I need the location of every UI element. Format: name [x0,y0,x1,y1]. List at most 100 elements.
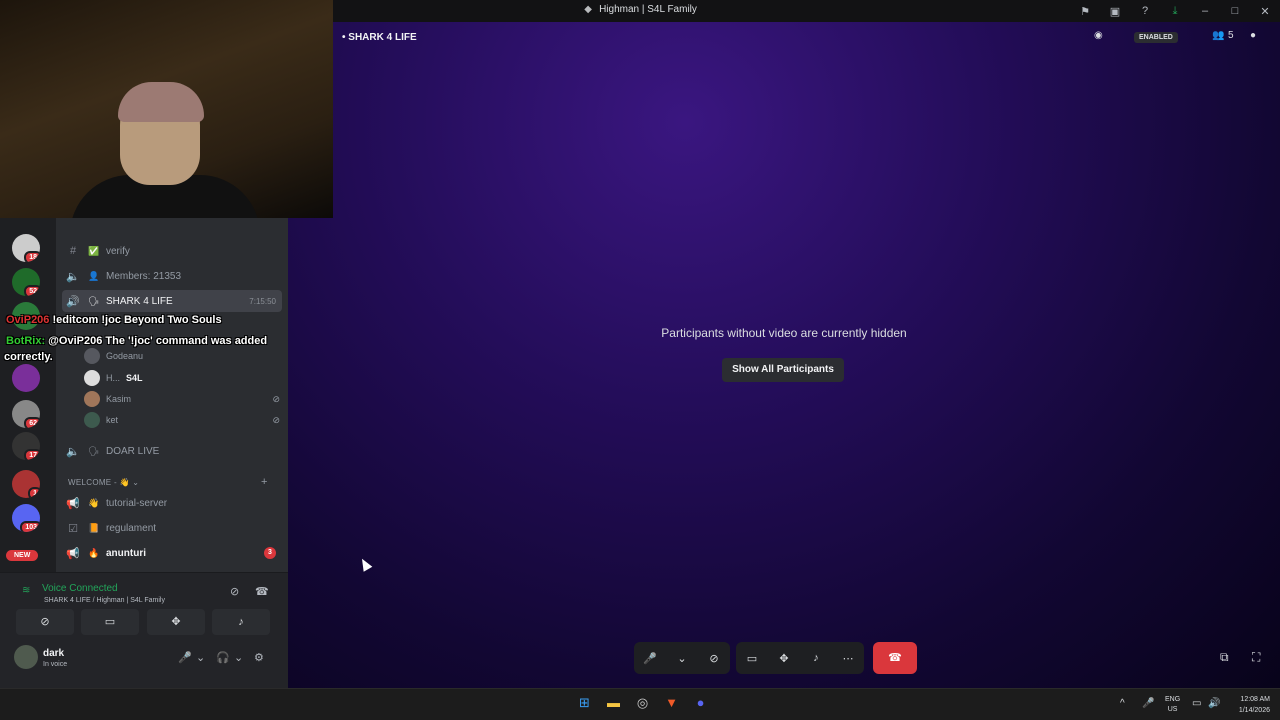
announce-icon: 📢 [66,547,80,560]
avatar [84,391,100,407]
chevron-down-icon[interactable]: ⌄ [666,652,698,665]
file-explorer-icon[interactable]: ▬ [599,695,628,711]
mic-tray-icon[interactable]: 🎤 [1142,698,1154,709]
server-icon[interactable] [12,364,40,392]
hash-icon: # [69,245,77,257]
activity-controls: ▭ ✥ ♪ ⋯ [736,642,864,674]
flag-icon[interactable]: ⚑ [1070,5,1100,18]
volume-icon[interactable]: 🔊 [1208,698,1220,709]
maximize-icon[interactable]: □ [1220,5,1250,17]
channel-verify[interactable]: # ✅ verify [62,240,282,262]
camera-off-icon: ⊘ [40,616,50,628]
deafened-icon: ⊘ [272,393,280,404]
voice-icon: 🔊 [66,295,80,308]
download-icon[interactable]: ⤓ [1160,5,1190,18]
soundboard-icon: ♪ [238,616,244,628]
fullscreen-icon[interactable]: ⛶ [1252,650,1260,665]
voice-member[interactable]: H... S4L [84,368,284,388]
avatar[interactable] [14,645,38,669]
voice-member[interactable]: ket ⊘ [84,410,284,430]
server-icon[interactable]: 17 [12,432,40,460]
tray-chevron-icon[interactable]: ^ [1120,698,1125,709]
microphone-icon[interactable]: 🎤 [178,651,192,664]
taskbar-apps: ⊞ ▬ ◎ ▼ ● [570,695,715,711]
activities-icon: ✥ [171,616,181,628]
screenshare-icon: ▭ [104,616,116,628]
category-welcome[interactable]: WELCOME - 👋 ⌄ + [68,476,267,488]
inbox-icon[interactable]: ▣ [1100,5,1130,18]
soundboard-icon[interactable]: ♪ [800,652,832,664]
user-status: In voice [43,661,68,668]
speaker-icon: 🔈 [66,445,80,458]
channel-regulament[interactable]: ☑ 📙 regulament [62,517,282,539]
speaker-icon: 🔈 [66,270,80,283]
channel-tutorial-server[interactable]: 📢 👋 tutorial-server [62,492,282,514]
channel-anunturi[interactable]: 📢 🔥 anunturi 3 [62,542,282,564]
channel-members[interactable]: 🔈 👤 Members: 21353 [62,265,282,287]
discord-icon[interactable]: ● [686,695,715,711]
voice-stage: • SHARK 4 LIFE ◉ ENABLED 👥 5 ● Participa… [288,22,1280,688]
channel-shark-4-life[interactable]: 🔊 🗣 SHARK 4 LIFE 7:15:50 [62,290,282,312]
server-icon[interactable]: 103 [12,504,40,532]
chevron-down-icon[interactable]: ⌄ [234,651,243,664]
chat-overlay-line: OviP206 !editcom !joc Beyond Two Souls [6,314,222,326]
camera-button[interactable]: ⊘ [16,609,74,635]
voice-location[interactable]: SHARK 4 LIFE / Highman | S4L Family [44,597,165,604]
webcam-overlay [0,0,333,218]
enabled-badge[interactable]: ENABLED [1134,32,1178,43]
popout-icon[interactable]: ⧉ [1220,650,1229,665]
activity-icon[interactable]: ◉ [1094,30,1103,41]
call-duration: 7:15:50 [249,296,276,306]
show-all-participants-button[interactable]: Show All Participants [722,358,844,382]
language-indicator[interactable]: ENG US [1165,695,1180,715]
more-icon[interactable]: ⋯ [832,652,864,665]
webcam-cap [118,82,204,122]
server-icon[interactable]: 62 [12,400,40,428]
activities-button[interactable]: ✥ [147,609,205,635]
add-channel-icon[interactable]: + [261,476,268,488]
headphones-icon[interactable]: 🎧 [216,651,230,664]
server-icon[interactable]: 1 [12,470,40,498]
announce-icon: 📢 [66,497,80,510]
new-badge[interactable]: NEW [6,550,39,561]
gear-icon[interactable]: ⚙ [254,651,264,664]
mic-controls: 🎤 ⌄ ⊘ [634,642,730,674]
channel-doar-live[interactable]: 🔈 🗣 DOAR LIVE [62,440,282,462]
obs-icon[interactable]: ◎ [628,695,657,711]
server-icon[interactable]: 18 [12,234,40,262]
minimize-icon[interactable]: – [1190,5,1220,17]
activities-icon[interactable]: ✥ [768,652,800,665]
disconnect-icon[interactable]: ☎ [255,585,269,598]
avatar [84,412,100,428]
voice-member[interactable]: Kasim ⊘ [84,389,284,409]
server-icon[interactable]: 52 [12,268,40,296]
chevron-down-icon[interactable]: ⌄ [196,651,205,664]
username[interactable]: dark [43,648,64,659]
user-panel: dark In voice 🎤 ⌄ 🎧 ⌄ ⚙ [14,645,274,677]
disconnect-button[interactable]: ☎ [873,642,917,674]
chat-overlay-line: BotRix: @OviP206 The '!joc' command was … [6,335,268,347]
mention-count: 3 [264,547,276,559]
voice-status[interactable]: Voice Connected [42,583,118,594]
avatar [84,348,100,364]
screenshare-button[interactable]: ▭ [81,609,139,635]
chat-icon[interactable]: ● [1250,30,1256,41]
clock[interactable]: 12:08 AM 1/14/2026 [1226,694,1270,716]
sidebar: 18 52 62 17 1 103 NEW # ✅ verify 🔈 👤 Members… [0,216,288,688]
microphone-icon[interactable]: 🎤 [634,652,666,665]
soundboard-button[interactable]: ♪ [212,609,270,635]
help-icon[interactable]: ? [1130,5,1160,17]
windows-start-icon[interactable]: ⊞ [570,695,599,711]
brave-icon[interactable]: ▼ [657,695,686,711]
participant-count: 5 [1228,30,1234,41]
voice-panel: ≋ Voice Connected SHARK 4 LIFE / Highman… [0,572,288,688]
participants-icon[interactable]: 👥 [1212,30,1224,41]
camera-off-icon[interactable]: ⊘ [698,652,730,665]
noise-suppression-icon[interactable]: ⊘ [230,585,239,598]
signal-icon[interactable]: ≋ [22,585,30,596]
voice-member[interactable]: Godeanu [84,346,284,366]
screenshare-icon[interactable]: ▭ [736,652,768,665]
close-icon[interactable]: ✕ [1250,5,1280,18]
network-icon[interactable]: ▭ [1192,698,1201,709]
avatar [84,370,100,386]
